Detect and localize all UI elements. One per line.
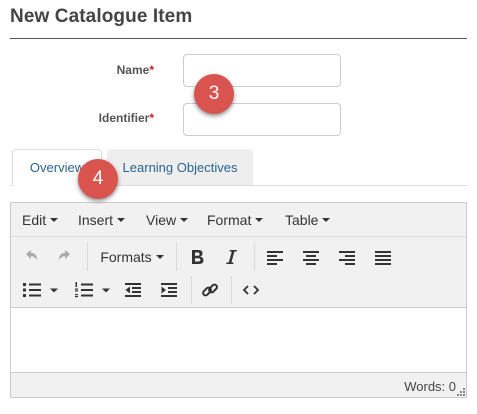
menu-insert[interactable]: Insert — [78, 203, 126, 237]
indent-button[interactable] — [155, 276, 183, 304]
toolbar-separator — [191, 276, 192, 304]
resize-handle-icon[interactable] — [457, 388, 465, 396]
toolbar-separator — [87, 243, 88, 271]
redo-icon — [59, 250, 70, 260]
required-marker: * — [149, 111, 154, 125]
menu-edit-label: Edit — [22, 212, 47, 228]
align-center-icon — [303, 251, 319, 265]
align-right-button[interactable] — [333, 243, 361, 271]
bold-button[interactable] — [183, 243, 211, 271]
toolbar-separator — [231, 276, 232, 304]
bullet-list-button[interactable] — [19, 276, 63, 304]
caret-down-icon — [255, 218, 264, 223]
step-badge-3: 3 — [194, 74, 234, 114]
source-code-button[interactable] — [237, 276, 265, 304]
link-button[interactable] — [196, 276, 224, 304]
identifier-label: Identifier* — [34, 111, 154, 125]
menu-view[interactable]: View — [146, 203, 189, 237]
editor-statusbar: Words: 0 — [11, 373, 466, 397]
formats-label: Formats — [100, 249, 152, 265]
menu-format[interactable]: Format — [207, 203, 264, 237]
outdent-icon — [125, 283, 141, 297]
align-center-button[interactable] — [297, 243, 325, 271]
redo-button[interactable] — [51, 243, 79, 271]
menu-table[interactable]: Table — [285, 203, 331, 237]
editor-content-area[interactable] — [11, 307, 466, 373]
italic-button[interactable] — [218, 243, 246, 271]
caret-down-icon — [322, 218, 331, 223]
align-left-button[interactable] — [261, 243, 289, 271]
editor-menubar: Edit Insert View Format Table — [11, 203, 466, 237]
toolbar-separator — [176, 243, 177, 271]
menu-insert-label: Insert — [78, 212, 114, 228]
outdent-button[interactable] — [119, 276, 147, 304]
menu-view-label: View — [146, 212, 177, 228]
numbered-list-icon — [75, 282, 110, 298]
undo-button[interactable] — [17, 243, 45, 271]
step-badge-4: 4 — [78, 159, 118, 199]
caret-down-icon — [155, 255, 164, 260]
caret-down-icon — [180, 218, 189, 223]
bullet-list-icon — [23, 283, 58, 297]
caret-down-icon — [50, 218, 59, 223]
identifier-label-text: Identifier — [98, 111, 150, 125]
bold-icon — [192, 250, 204, 264]
numbered-list-button[interactable] — [71, 276, 115, 304]
caret-down-icon — [117, 218, 126, 223]
code-icon — [242, 285, 260, 295]
link-icon — [202, 283, 218, 297]
rich-text-editor: Edit Insert View Format Table Formats Wo… — [10, 202, 467, 398]
align-justify-icon — [375, 251, 391, 265]
align-justify-button[interactable] — [369, 243, 397, 271]
menu-table-label: Table — [285, 212, 319, 228]
menu-edit[interactable]: Edit — [22, 203, 59, 237]
formats-dropdown[interactable]: Formats — [95, 243, 169, 271]
word-count: Words: 0 — [404, 379, 456, 394]
align-left-icon — [267, 251, 283, 265]
align-right-icon — [339, 251, 355, 265]
italic-icon — [226, 250, 237, 264]
indent-icon — [161, 283, 177, 297]
tab-learning-objectives[interactable]: Learning Objectives — [107, 149, 253, 185]
name-label-text: Name — [116, 63, 150, 77]
name-label: Name* — [34, 63, 154, 77]
menu-format-label: Format — [207, 212, 252, 228]
undo-icon — [26, 250, 37, 260]
toolbar-separator — [254, 243, 255, 271]
page-title: New Catalogue Item — [10, 6, 193, 27]
title-divider — [10, 38, 467, 39]
required-marker: * — [149, 63, 154, 77]
